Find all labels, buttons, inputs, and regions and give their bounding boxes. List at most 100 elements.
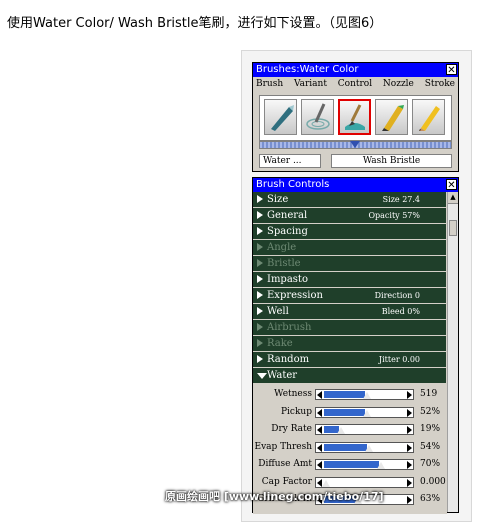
section-summary: Opacity 57% — [368, 211, 420, 220]
slider-left-arrow-icon[interactable] — [317, 443, 322, 452]
slider-label: Diffuse Amt — [258, 459, 312, 469]
slider-right-arrow-icon[interactable] — [407, 426, 412, 434]
slider-right-arrow-icon[interactable] — [407, 391, 412, 399]
value-slider[interactable] — [315, 441, 414, 453]
section-label: Bristle — [267, 258, 301, 269]
slider-left-arrow-icon[interactable] — [317, 391, 322, 399]
slider-knob[interactable] — [337, 427, 345, 434]
section-label: Water — [267, 370, 298, 381]
section-label: Spacing — [267, 226, 308, 237]
slider-knob[interactable] — [363, 409, 371, 417]
slider-fill — [324, 408, 365, 416]
slider-fill — [324, 391, 365, 398]
value-slider[interactable] — [315, 476, 414, 488]
slider-right-arrow-icon[interactable] — [407, 443, 412, 452]
section-random[interactable]: Random Jitter 0.00 — [253, 352, 446, 367]
scroll-thumb[interactable] — [449, 220, 457, 236]
brush-category-icons — [259, 95, 452, 141]
expand-triangle-icon[interactable] — [257, 307, 263, 315]
slider-knob[interactable] — [365, 444, 373, 452]
menu-stroke[interactable]: Stroke — [425, 78, 455, 90]
pencil-icon[interactable] — [412, 99, 445, 135]
slider-left-arrow-icon[interactable] — [317, 426, 322, 434]
slider-fill — [324, 443, 367, 451]
wash-brush-icon[interactable] — [338, 99, 371, 135]
brush-variant-field[interactable]: Wash Bristle — [331, 154, 452, 168]
section-label: Impasto — [267, 274, 308, 285]
expand-triangle-icon[interactable] — [257, 291, 263, 299]
brushes-window: Brushes:Water Color ✕ Brush Variant Cont… — [252, 62, 459, 172]
slider-knob[interactable] — [377, 462, 385, 469]
control-sections: Size Size 27.4 General Opacity 57% Spacing An… — [253, 192, 446, 384]
slider-row-dry-rate: Dry Rate 19% — [253, 423, 447, 437]
section-water[interactable]: Water — [253, 368, 446, 383]
slider-value: 70% — [420, 459, 441, 469]
slider-knob[interactable] — [363, 392, 371, 399]
section-summary: Bleed 0% — [381, 307, 420, 316]
controls-scrollbar[interactable]: ▲ — [447, 192, 458, 512]
menu-brush[interactable]: Brush — [256, 78, 283, 90]
section-impasto[interactable]: Impasto — [253, 272, 446, 287]
section-general[interactable]: General Opacity 57% — [253, 208, 446, 223]
slider-label: Dry Rate — [271, 424, 312, 434]
slider-label: Evap Thresh — [254, 441, 313, 452]
controls-titlebar[interactable]: Brush Controls ✕ — [253, 178, 458, 192]
close-icon[interactable]: ✕ — [446, 179, 457, 191]
value-slider[interactable] — [315, 406, 414, 418]
airbrush-icon[interactable] — [264, 99, 297, 135]
slider-row-diffuse-amt: Diffuse Amt 70% — [253, 458, 447, 472]
section-summary: Size 27.4 — [382, 195, 420, 204]
expand-triangle-icon[interactable] — [257, 227, 263, 235]
section-airbrush: Airbrush — [253, 320, 446, 335]
watermark: 原画绘画吧 [www.lineg.com/tiebo/17] — [165, 490, 384, 503]
slider-value: 52% — [420, 406, 441, 417]
slider-value: 63% — [420, 494, 441, 504]
slider-knob[interactable] — [322, 479, 330, 487]
menu-nozzle[interactable]: Nozzle — [383, 78, 414, 90]
value-slider[interactable] — [315, 459, 414, 470]
value-slider[interactable] — [315, 424, 414, 435]
section-size[interactable]: Size Size 27.4 — [253, 192, 446, 207]
slider-right-arrow-icon[interactable] — [407, 461, 412, 469]
expand-triangle-icon[interactable] — [257, 355, 263, 363]
slider-right-arrow-icon[interactable] — [407, 408, 412, 417]
slider-row-evap-thresh: Evap Thresh 54% — [253, 441, 447, 455]
slider-label: Cap Factor — [261, 476, 312, 487]
section-summary: Jitter 0.00 — [378, 355, 420, 364]
collapse-triangle-icon[interactable] — [257, 373, 267, 379]
value-slider[interactable] — [315, 389, 414, 400]
icon-drawer-scroll[interactable] — [259, 141, 452, 149]
section-label: General — [267, 210, 308, 221]
section-label: Size — [267, 194, 289, 205]
expand-arrow-icon[interactable] — [350, 141, 360, 148]
brush-category-field[interactable]: Water ... — [259, 154, 321, 168]
expand-triangle-icon[interactable] — [257, 243, 263, 251]
slider-value: 0.000 — [420, 476, 446, 487]
section-label: Expression — [267, 290, 323, 301]
slider-right-arrow-icon[interactable] — [407, 496, 412, 504]
controls-title: Brush Controls — [256, 179, 330, 190]
expand-triangle-icon[interactable] — [257, 195, 263, 203]
section-spacing[interactable]: Spacing — [253, 224, 446, 239]
menu-control[interactable]: Control — [338, 78, 372, 90]
brushes-titlebar[interactable]: Brushes:Water Color ✕ — [253, 63, 458, 77]
slider-right-arrow-icon[interactable] — [407, 478, 412, 487]
expand-triangle-icon[interactable] — [257, 339, 263, 347]
slider-label: Wetness — [274, 389, 312, 399]
scroll-up-icon[interactable]: ▲ — [448, 192, 458, 204]
expand-triangle-icon[interactable] — [257, 275, 263, 283]
slider-left-arrow-icon[interactable] — [317, 408, 322, 417]
section-well[interactable]: Well Bleed 0% — [253, 304, 446, 319]
slider-left-arrow-icon[interactable] — [317, 461, 322, 469]
close-icon[interactable]: ✕ — [446, 64, 457, 76]
menu-variant[interactable]: Variant — [294, 78, 327, 90]
instruction-caption: 使用Water Color/ Wash Bristle笔刷，进行如下设置。（见图… — [7, 16, 383, 31]
section-expression[interactable]: Expression Direction 0 — [253, 288, 446, 303]
felt-pen-icon[interactable] — [375, 99, 408, 135]
expand-triangle-icon[interactable] — [257, 211, 263, 219]
expand-triangle-icon[interactable] — [257, 259, 263, 267]
water-swirl-icon[interactable] — [301, 99, 334, 135]
expand-triangle-icon[interactable] — [257, 323, 263, 331]
section-label: Well — [267, 306, 289, 317]
section-label: Rake — [267, 338, 293, 349]
